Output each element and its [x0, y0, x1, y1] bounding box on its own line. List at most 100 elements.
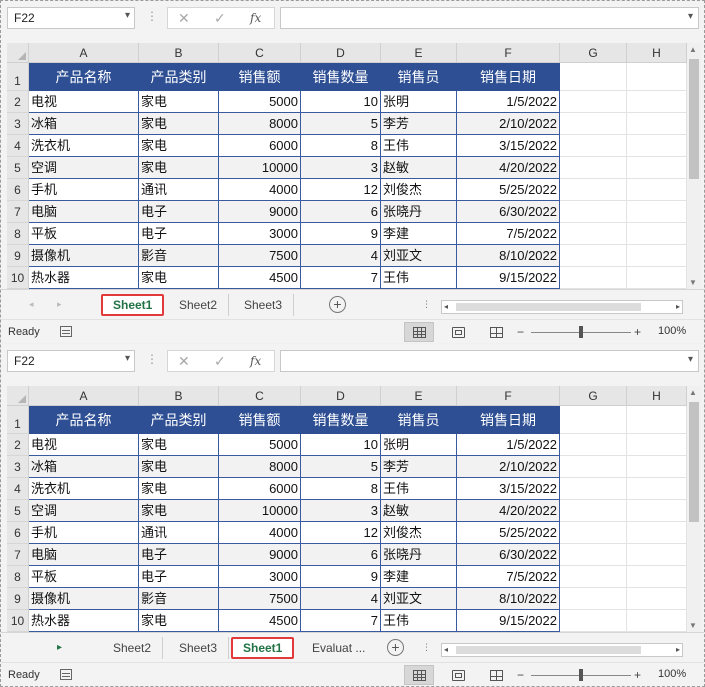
enter-icon[interactable]: ✓ — [214, 353, 226, 370]
table-cell[interactable]: 冰箱 — [29, 113, 139, 135]
table-cell[interactable]: 家电 — [139, 157, 219, 179]
sheet-tab-sheet1[interactable]: Sheet1 — [101, 294, 165, 316]
column-header-g[interactable]: G — [560, 386, 627, 406]
table-cell[interactable]: 5 — [301, 113, 381, 135]
expand-formula-icon[interactable]: ▾ — [688, 354, 693, 365]
empty-cell[interactable] — [560, 157, 627, 179]
table-cell[interactable]: 李芳 — [381, 456, 457, 478]
table-cell[interactable]: 3000 — [219, 223, 301, 245]
table-cell[interactable]: 8/10/2022 — [457, 245, 560, 267]
row-header-1[interactable]: 1 — [7, 406, 29, 434]
row-header-6[interactable]: 6 — [7, 179, 29, 201]
insert-function-icon[interactable]: fx — [250, 354, 261, 368]
table-cell[interactable]: 4000 — [219, 179, 301, 201]
table-cell[interactable]: 家电 — [139, 456, 219, 478]
column-header-a[interactable]: A — [29, 386, 139, 406]
table-cell[interactable]: 7/5/2022 — [457, 566, 560, 588]
table-cell[interactable]: 4 — [301, 588, 381, 610]
row-header-4[interactable]: 4 — [7, 478, 29, 500]
scroll-up-icon[interactable]: ▲ — [689, 45, 697, 54]
enter-icon[interactable]: ✓ — [214, 10, 226, 27]
table-cell[interactable]: 刘俊杰 — [381, 522, 457, 544]
zoom-in-button[interactable]: + — [634, 325, 641, 339]
table-cell[interactable]: 9/15/2022 — [457, 267, 560, 289]
scroll-left-icon[interactable]: ◂ — [444, 302, 448, 311]
empty-cell[interactable] — [627, 63, 687, 91]
row-header-3[interactable]: 3 — [7, 113, 29, 135]
table-cell[interactable]: 王伟 — [381, 267, 457, 289]
table-cell[interactable]: 1/5/2022 — [457, 434, 560, 456]
column-header-d[interactable]: D — [301, 43, 381, 63]
zoom-slider-thumb[interactable] — [579, 669, 583, 681]
zoom-level[interactable]: 100% — [658, 668, 686, 680]
table-cell[interactable]: 家电 — [139, 267, 219, 289]
table-cell[interactable]: 电脑 — [29, 544, 139, 566]
table-cell[interactable]: 刘亚文 — [381, 588, 457, 610]
sheet-tab-sheet2[interactable]: Sheet2 — [168, 294, 230, 316]
cancel-icon[interactable]: ✕ — [178, 353, 190, 370]
horizontal-scrollbar[interactable]: ◂ ▸ — [441, 300, 683, 314]
column-header-c[interactable]: C — [219, 43, 301, 63]
table-cell[interactable]: 冰箱 — [29, 456, 139, 478]
horizontal-scrollbar[interactable]: ◂ ▸ — [441, 643, 683, 657]
table-cell[interactable]: 5/25/2022 — [457, 522, 560, 544]
row-header-5[interactable]: 5 — [7, 157, 29, 179]
empty-cell[interactable] — [627, 113, 687, 135]
table-cell[interactable]: 手机 — [29, 522, 139, 544]
table-cell[interactable]: 电脑 — [29, 201, 139, 223]
table-cell[interactable]: 10 — [301, 434, 381, 456]
add-sheet-icon[interactable]: + — [387, 639, 404, 656]
empty-cell[interactable] — [560, 135, 627, 157]
sheet-tab-sheet3[interactable]: Sheet3 — [233, 294, 295, 316]
empty-cell[interactable] — [627, 566, 687, 588]
table-cell[interactable]: 家电 — [139, 434, 219, 456]
table-cell[interactable]: 4/20/2022 — [457, 157, 560, 179]
table-cell[interactable]: 摄像机 — [29, 245, 139, 267]
empty-cell[interactable] — [627, 522, 687, 544]
table-cell[interactable]: 影音 — [139, 245, 219, 267]
table-cell[interactable]: 刘俊杰 — [381, 179, 457, 201]
zoom-out-button[interactable]: − — [517, 325, 524, 339]
table-header-cell[interactable]: 产品类别 — [139, 406, 219, 434]
zoom-slider-thumb[interactable] — [579, 326, 583, 338]
table-cell[interactable]: 电子 — [139, 223, 219, 245]
vertical-scroll-thumb[interactable] — [689, 59, 699, 179]
table-cell[interactable]: 通讯 — [139, 522, 219, 544]
row-header-3[interactable]: 3 — [7, 456, 29, 478]
table-cell[interactable]: 6/30/2022 — [457, 201, 560, 223]
table-cell[interactable]: 9/15/2022 — [457, 610, 560, 632]
table-cell[interactable]: 电子 — [139, 566, 219, 588]
empty-cell[interactable] — [627, 245, 687, 267]
table-cell[interactable]: 洗衣机 — [29, 135, 139, 157]
add-sheet-icon[interactable]: + — [329, 296, 346, 313]
sheet-tab-evaluat[interactable]: Evaluat ... — [301, 637, 376, 659]
table-cell[interactable]: 1/5/2022 — [457, 91, 560, 113]
column-header-h[interactable]: H — [627, 43, 687, 63]
empty-cell[interactable] — [560, 406, 627, 434]
select-all-corner[interactable] — [7, 43, 29, 63]
page-layout-button[interactable] — [443, 322, 473, 342]
row-header-9[interactable]: 9 — [7, 588, 29, 610]
table-cell[interactable]: 10 — [301, 91, 381, 113]
chevron-down-icon[interactable]: ▾ — [125, 10, 130, 21]
table-header-cell[interactable]: 产品名称 — [29, 63, 139, 91]
empty-cell[interactable] — [560, 245, 627, 267]
empty-cell[interactable] — [627, 588, 687, 610]
table-cell[interactable]: 4500 — [219, 610, 301, 632]
table-cell[interactable]: 王伟 — [381, 610, 457, 632]
column-header-b[interactable]: B — [139, 43, 219, 63]
table-cell[interactable]: 6/30/2022 — [457, 544, 560, 566]
table-cell[interactable]: 电视 — [29, 434, 139, 456]
chevron-down-icon[interactable]: ▾ — [125, 353, 130, 364]
table-cell[interactable]: 8 — [301, 135, 381, 157]
empty-cell[interactable] — [627, 500, 687, 522]
expand-formula-icon[interactable]: ▾ — [688, 11, 693, 22]
formula-input[interactable]: ▾ — [280, 350, 699, 372]
empty-cell[interactable] — [627, 544, 687, 566]
table-cell[interactable]: 李芳 — [381, 113, 457, 135]
cancel-icon[interactable]: ✕ — [178, 10, 190, 27]
table-header-cell[interactable]: 销售数量 — [301, 63, 381, 91]
table-cell[interactable]: 5000 — [219, 434, 301, 456]
table-cell[interactable]: 5 — [301, 456, 381, 478]
row-header-4[interactable]: 4 — [7, 135, 29, 157]
